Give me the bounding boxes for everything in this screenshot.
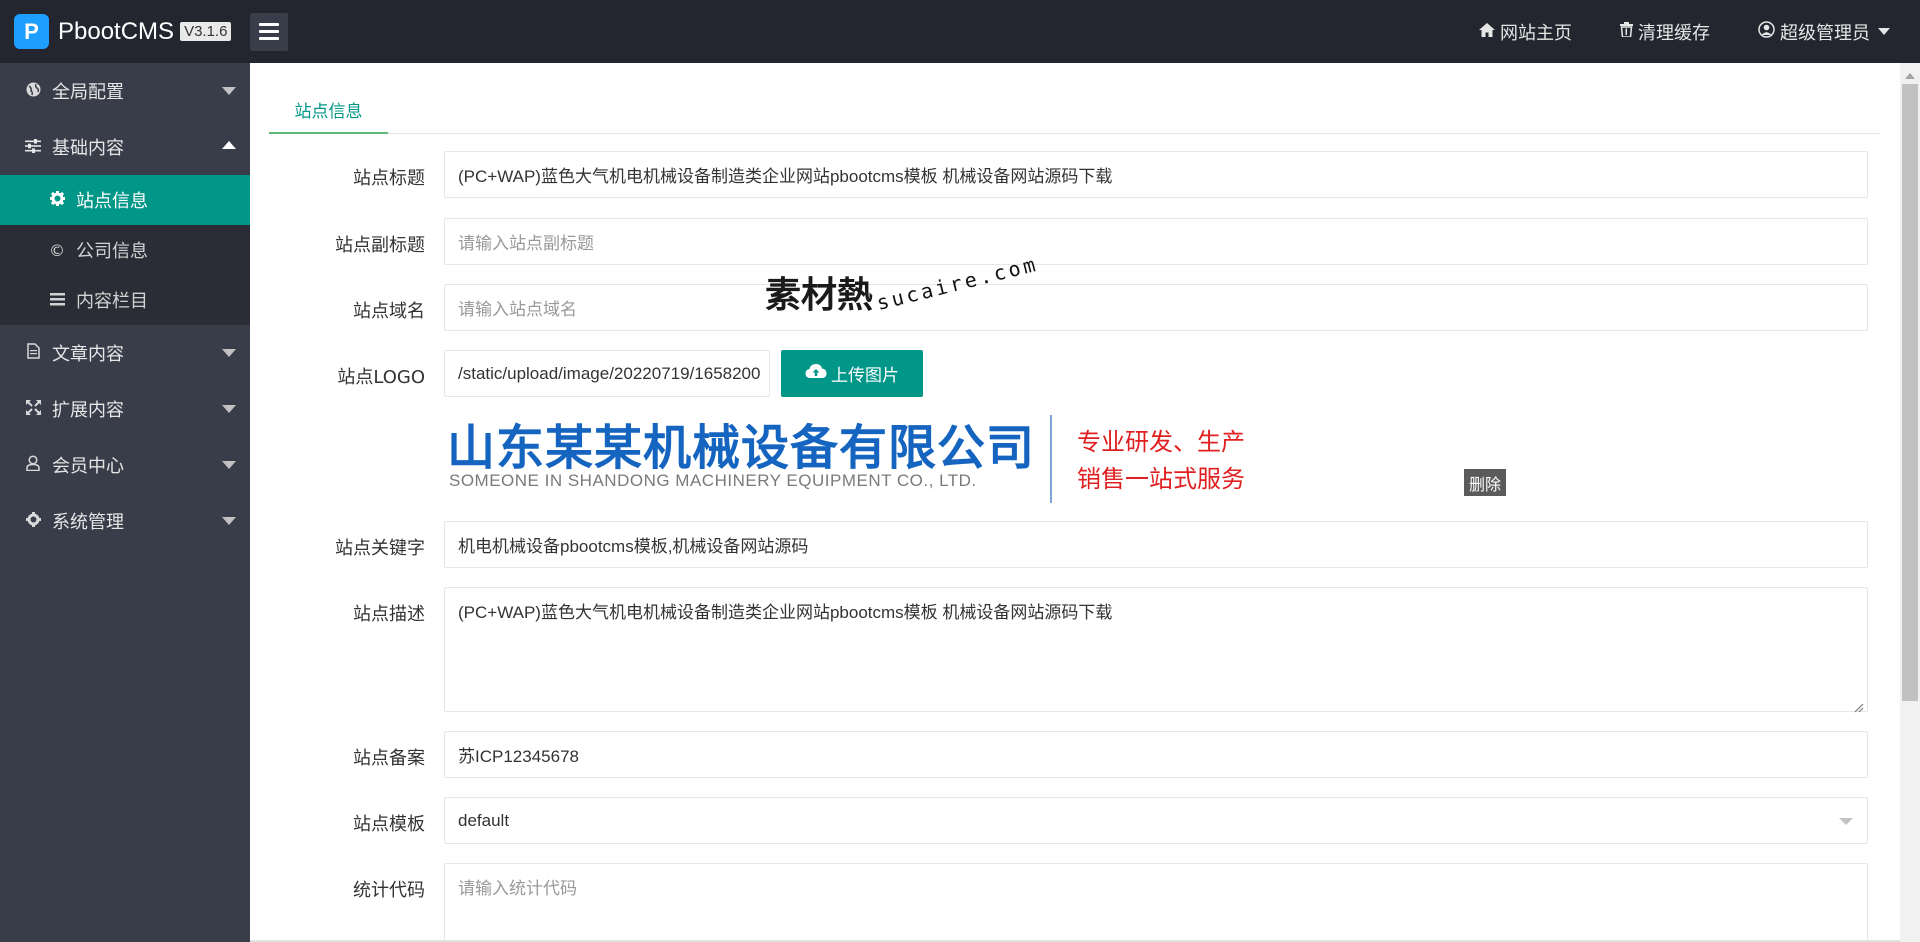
chevron-down-icon xyxy=(222,461,236,469)
field-label: 站点关键字 xyxy=(335,538,425,559)
site-title-input[interactable]: (PC+WAP)蓝色大气机电机械设备制造类企业网站pbootcms模板 机械设备… xyxy=(444,151,1868,198)
chevron-down-icon xyxy=(222,405,236,413)
globe-icon xyxy=(24,82,42,101)
home-icon xyxy=(1479,22,1495,41)
chevron-down-icon xyxy=(222,517,236,525)
site-description-textarea[interactable]: (PC+WAP)蓝色大气机电机械设备制造类企业网站pbootcms模板 机械设备… xyxy=(444,587,1868,713)
app-logo[interactable]: P PbootCMS V3.1.6 xyxy=(0,0,250,63)
field-label: 站点LOGO xyxy=(337,367,425,388)
sidebar-item-system-management[interactable]: 系统管理 xyxy=(0,493,250,549)
copyright-icon: © xyxy=(49,240,65,260)
sidebar-item-article-content[interactable]: 文章内容 xyxy=(0,325,250,381)
logo-company-name-en: SOMEONE IN SHANDONG MACHINERY EQUIPMENT … xyxy=(449,471,977,490)
gear-icon xyxy=(48,190,66,210)
delete-logo-button[interactable]: 删除 xyxy=(1464,469,1506,496)
top-header: P PbootCMS V3.1.6 网站主页 清理缓存 超级管理员 xyxy=(0,0,1920,63)
sliders-icon xyxy=(24,138,42,157)
cloud-upload-icon xyxy=(805,363,827,384)
field-label: 统计代码 xyxy=(353,880,425,901)
sidebar: 全局配置 基础内容 站点信息 © 公司信息 内容栏目 文章内容 扩展内容 会员中… xyxy=(0,63,250,942)
sidebar-item-extended-content[interactable]: 扩展内容 xyxy=(0,381,250,437)
field-label: 站点标题 xyxy=(353,168,425,189)
tab-bar: 站点信息 xyxy=(269,87,1880,134)
stats-code-textarea[interactable]: 请输入统计代码 xyxy=(444,863,1868,942)
expand-icon xyxy=(24,399,42,419)
main-content: 站点信息 站点标题 (PC+WAP)蓝色大气机电机械设备制造类企业网站pboot… xyxy=(250,63,1900,942)
field-label: 站点描述 xyxy=(353,604,425,625)
user-icon xyxy=(24,455,42,475)
chevron-down-icon xyxy=(222,87,236,95)
gear-icon xyxy=(24,511,42,531)
trash-icon xyxy=(1620,22,1633,41)
resize-handle-icon[interactable] xyxy=(1854,698,1864,713)
chevron-down-icon xyxy=(1878,28,1890,35)
logo-company-name: 山东某某机械设备有限公司 xyxy=(447,420,1036,476)
sidebar-item-content-columns[interactable]: 内容栏目 xyxy=(0,275,250,325)
clear-cache-link[interactable]: 清理缓存 xyxy=(1620,19,1710,45)
field-label: 站点域名 xyxy=(353,301,425,322)
sidebar-toggle-button[interactable] xyxy=(250,12,288,51)
logo-slogan-line2: 销售一站式服务 xyxy=(1077,465,1245,493)
upload-image-button[interactable]: 上传图片 xyxy=(781,350,923,397)
site-template-select[interactable]: default xyxy=(444,797,1868,844)
chevron-down-icon xyxy=(1839,818,1853,825)
user-circle-icon xyxy=(1758,21,1775,42)
file-icon xyxy=(24,343,42,363)
site-domain-input[interactable]: 请输入站点域名 xyxy=(444,284,1868,331)
site-subtitle-input[interactable]: 请输入站点副标题 xyxy=(444,218,1868,265)
site-icp-input[interactable]: 苏ICP12345678 xyxy=(444,731,1868,778)
app-name: PbootCMS xyxy=(58,17,175,45)
sidebar-item-site-info[interactable]: 站点信息 xyxy=(0,175,250,225)
logo-divider xyxy=(1050,415,1052,503)
version-badge: V3.1.6 xyxy=(180,22,232,41)
pbootcms-logo-icon: P xyxy=(14,14,49,49)
site-keywords-input[interactable]: 机电机械设备pbootcms模板,机械设备网站源码 xyxy=(444,521,1868,568)
field-label: 站点模板 xyxy=(353,814,425,835)
sidebar-item-global-config[interactable]: 全局配置 xyxy=(0,63,250,119)
chevron-up-icon xyxy=(222,141,236,149)
sidebar-item-company-info[interactable]: © 公司信息 xyxy=(0,225,250,275)
logo-preview-image: 山东某某机械设备有限公司 SOMEONE IN SHANDONG MACHINE… xyxy=(444,408,1250,508)
sidebar-item-member-center[interactable]: 会员中心 xyxy=(0,437,250,493)
list-icon xyxy=(48,291,66,310)
chevron-down-icon xyxy=(222,349,236,357)
site-home-link[interactable]: 网站主页 xyxy=(1479,19,1572,45)
sidebar-submenu-basic-content: 站点信息 © 公司信息 内容栏目 xyxy=(0,175,250,325)
tab-site-info[interactable]: 站点信息 xyxy=(269,87,388,134)
sidebar-item-basic-content[interactable]: 基础内容 xyxy=(0,119,250,175)
site-logo-input[interactable]: /static/upload/image/20220719/1658200 xyxy=(444,350,770,397)
logo-slogan-line1: 专业研发、生产 xyxy=(1077,428,1245,456)
field-label: 站点副标题 xyxy=(335,235,425,256)
scrollbar-thumb[interactable] xyxy=(1902,84,1918,701)
scroll-up-arrow-icon[interactable] xyxy=(1905,73,1915,79)
header-actions: 网站主页 清理缓存 超级管理员 xyxy=(1479,0,1920,63)
field-label: 站点备案 xyxy=(353,748,425,769)
vertical-scrollbar[interactable] xyxy=(1900,63,1920,942)
user-menu[interactable]: 超级管理员 xyxy=(1758,19,1890,45)
hamburger-icon xyxy=(259,23,279,26)
